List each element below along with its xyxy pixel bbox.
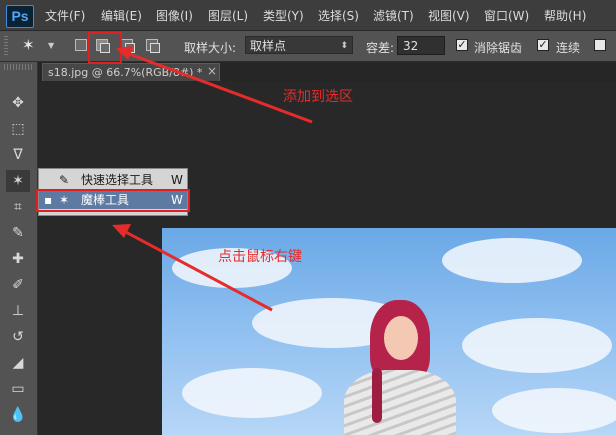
annotation-arrows [112,46,313,312]
arrow-to-magic-wand [121,228,273,312]
arrow-head-top [116,46,134,60]
arrow-to-add-selection [123,50,313,124]
arrow-head-bottom [112,224,131,238]
